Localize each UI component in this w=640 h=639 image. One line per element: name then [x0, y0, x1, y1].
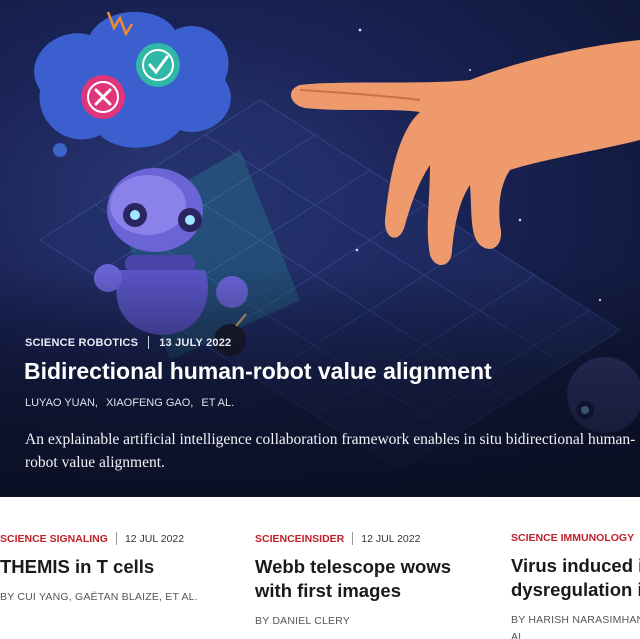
card-authors: BY HARISH NARASIMHAN AL.: [511, 612, 640, 639]
card-title-line[interactable]: with first images: [255, 579, 451, 603]
card-journal[interactable]: SCIENCE IMMUNOLOGY: [511, 532, 634, 544]
hero-meta: SCIENCE ROBOTICS 13 JULY 2022: [25, 336, 231, 349]
card-title-line[interactable]: dysregulation i: [511, 578, 640, 602]
article-card[interactable]: SCIENCE IMMUNOLOGY Virus induced i dysre…: [511, 532, 640, 639]
card-title[interactable]: THEMIS in T cells: [0, 555, 198, 579]
card-meta: SCIENCE SIGNALING 12 JUL 2022: [0, 532, 198, 545]
summary-line: robot value alignment.: [25, 454, 165, 471]
card-title-line[interactable]: THEMIS in T cells: [0, 555, 198, 579]
card-title-line[interactable]: Virus induced i: [511, 554, 640, 578]
card-title[interactable]: Virus induced i dysregulation i: [511, 554, 640, 602]
card-title[interactable]: Webb telescope wows with first images: [255, 555, 451, 603]
card-journal[interactable]: SCIENCE SIGNALING: [0, 533, 108, 545]
meta-divider: [115, 532, 117, 545]
card-authors-line: AL.: [511, 631, 528, 639]
card-journal[interactable]: SCIENCEINSIDER: [255, 533, 344, 545]
article-card[interactable]: SCIENCE SIGNALING 12 JUL 2022 THEMIS in …: [0, 532, 198, 606]
card-authors-line: BY HARISH NARASIMHAN: [511, 614, 640, 626]
featured-article[interactable]: SCIENCE ROBOTICS 13 JULY 2022 Bidirectio…: [0, 0, 640, 497]
card-date: 12 JUL 2022: [361, 532, 421, 545]
card-authors: BY CUI YANG, GAËTAN BLAIZE, ET AL.: [0, 591, 198, 603]
article-card[interactable]: SCIENCEINSIDER 12 JUL 2022 Webb telescop…: [255, 532, 451, 630]
check-icon: [136, 43, 180, 87]
hero-summary: An explainable artificial intelligence c…: [25, 428, 640, 474]
card-authors: BY DANIEL CLERY: [255, 615, 351, 627]
hero-title[interactable]: Bidirectional human-robot value alignmen…: [24, 358, 492, 385]
hero-date: 13 JULY 2022: [159, 336, 232, 349]
card-meta: SCIENCE IMMUNOLOGY: [511, 532, 640, 544]
hero-authors: LUYAO YUAN, XIAOFENG GAO, ET AL.: [25, 397, 234, 409]
meta-divider: [148, 336, 150, 349]
hero-journal[interactable]: SCIENCE ROBOTICS: [25, 337, 138, 349]
author: LUYAO YUAN,: [25, 397, 98, 409]
author: XIAOFENG GAO,: [105, 397, 194, 409]
close-icon: [81, 75, 125, 119]
summary-line: An explainable artificial intelligence c…: [25, 431, 636, 448]
author: ET AL.: [201, 397, 235, 409]
meta-divider: [352, 532, 354, 545]
card-title-line[interactable]: Webb telescope wows: [255, 555, 451, 579]
thought-cloud: [34, 11, 231, 157]
card-date: 12 JUL 2022: [124, 532, 185, 545]
card-meta: SCIENCEINSIDER 12 JUL 2022: [255, 532, 451, 545]
